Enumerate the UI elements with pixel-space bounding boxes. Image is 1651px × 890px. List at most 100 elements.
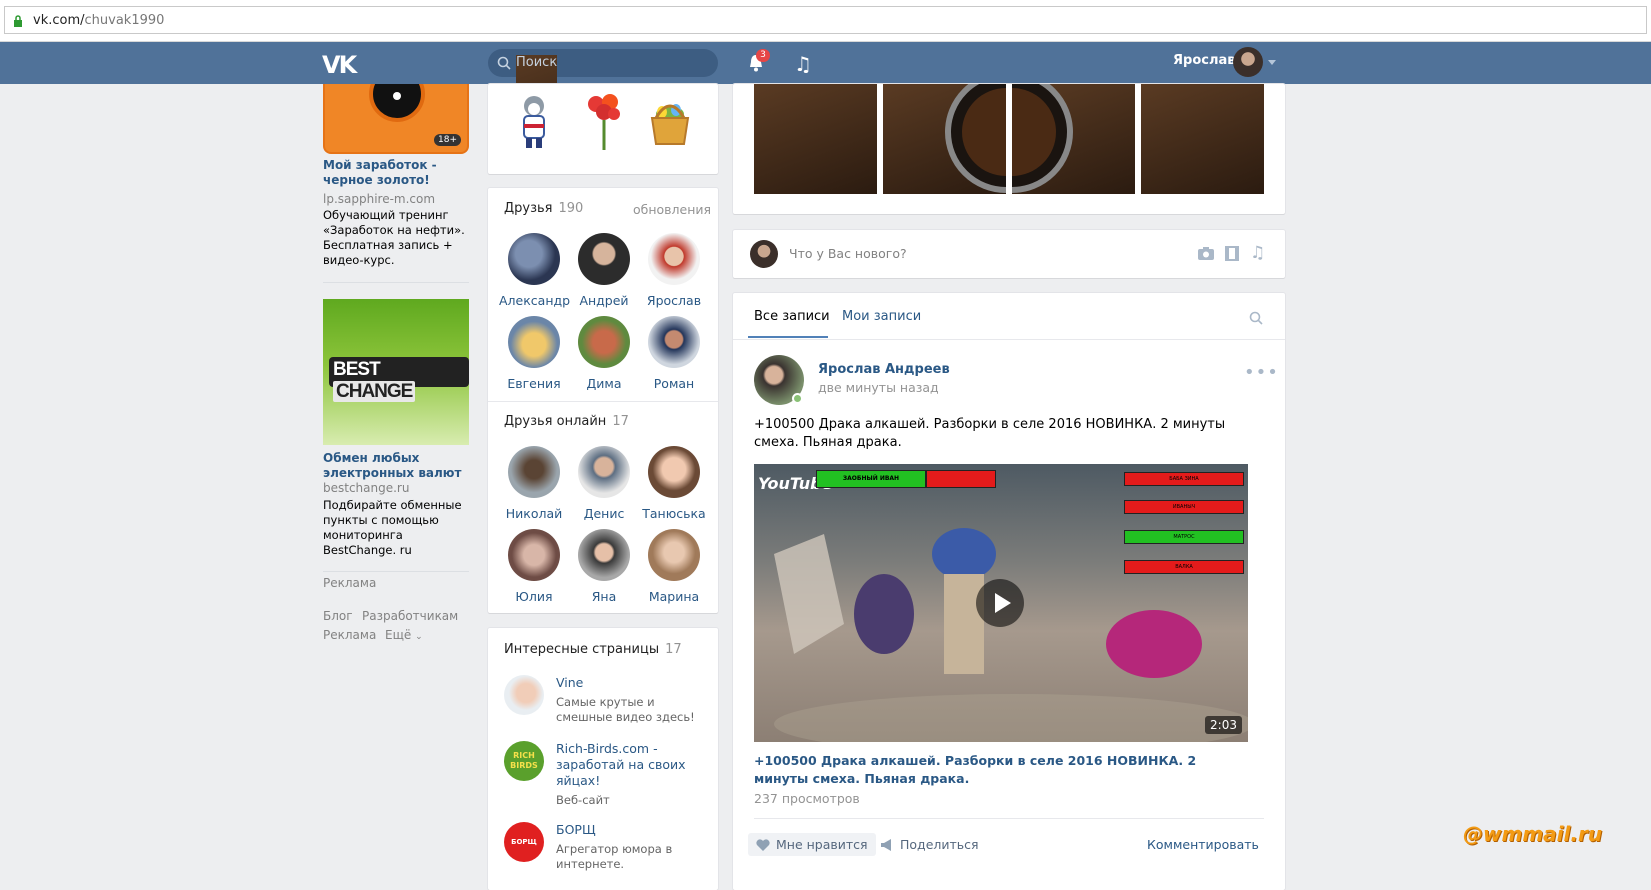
health-bar: БАБА ЗИНА — [1124, 472, 1244, 486]
ad-title-1[interactable]: Мой заработок - черное золото! — [323, 158, 468, 188]
health-bar-fill — [926, 470, 996, 488]
friend-online-item[interactable]: Юлия — [499, 529, 569, 604]
notifications-button[interactable]: 3 — [747, 49, 770, 73]
friend-name: Яна — [591, 589, 617, 604]
pages-title-label: Интересные страницы — [504, 642, 660, 657]
friends-count: 190 — [558, 201, 584, 216]
friend-name: Евгения — [507, 376, 561, 391]
friend-online-item[interactable]: Танюська — [639, 446, 709, 521]
friends-updates-link[interactable]: обновления — [633, 202, 711, 217]
chevron-down-icon: ⌄ — [415, 632, 423, 642]
page-name[interactable]: Rich-Birds.com - заработай на своих яйца… — [556, 741, 706, 789]
chevron-down-icon[interactable] — [1268, 60, 1276, 65]
friends-online-title-label: Друзья онлайн — [504, 414, 607, 429]
notifications-badge: 3 — [756, 49, 770, 62]
camera-icon[interactable] — [1198, 247, 1214, 260]
share-button[interactable]: Поделиться — [880, 837, 979, 852]
avatar — [578, 233, 630, 285]
heart-icon — [756, 839, 770, 851]
page-desc: Самые крутые и смешные видео здесь! — [556, 695, 695, 724]
more-options-icon[interactable]: ••• — [1244, 362, 1279, 383]
play-button[interactable] — [976, 579, 1024, 627]
footer-link-more[interactable]: Ещё ⌄ — [385, 628, 423, 642]
ad-domain-2: bestchange.ru — [323, 481, 410, 495]
husky-gift-icon[interactable] — [510, 90, 558, 154]
divider — [733, 339, 1285, 340]
friend-online-item[interactable]: Яна — [569, 529, 639, 604]
friend-item[interactable]: Дима — [569, 316, 639, 391]
friend-name: Юлия — [515, 589, 553, 604]
ad-image-2[interactable]: BEST CHANGE — [323, 299, 469, 445]
header-user-name[interactable]: Ярослав — [1173, 53, 1235, 68]
megaphone-icon — [881, 839, 891, 851]
share-label: Поделиться — [900, 837, 979, 852]
friend-item[interactable]: Андрей — [569, 233, 639, 308]
wmmail-watermark: @wmmail.ru — [1463, 822, 1603, 846]
url-field[interactable]: vk.com/chuvak1990 — [4, 6, 1647, 34]
music-icon[interactable]: ♫ — [1250, 243, 1265, 263]
page-name[interactable]: БОРЩ — [556, 822, 706, 838]
post-time[interactable]: две минуты назад — [818, 380, 939, 395]
post-author[interactable]: Ярослав Андреев — [818, 362, 950, 377]
top-header: VK Поиск 3 ♫ Ярослав — [0, 42, 1651, 165]
friend-name: Танюська — [642, 506, 706, 521]
rich-birds-avatar-label: RICH BIRDS — [510, 751, 538, 770]
friends-title[interactable]: Друзья 190 — [504, 201, 583, 216]
friend-name: Ярослав — [646, 293, 702, 308]
friend-online-item[interactable]: Марина — [639, 529, 709, 604]
ad-image-1[interactable]: 18+ — [323, 84, 469, 154]
friend-name: Роман — [653, 376, 695, 391]
friend-online-item[interactable]: Николай — [499, 446, 569, 521]
vine-avatar — [504, 675, 544, 715]
footer-link-dev[interactable]: Разработчикам — [362, 609, 458, 623]
friend-item[interactable]: Ярослав — [639, 233, 709, 308]
friend-item[interactable]: Роман — [639, 316, 709, 391]
footer-link-blog[interactable]: Блог — [323, 609, 353, 623]
avatar — [750, 240, 778, 268]
comment-button[interactable]: Комментировать — [1147, 837, 1259, 852]
avatar — [648, 446, 700, 498]
divider — [323, 571, 469, 572]
video-icon[interactable] — [1225, 246, 1239, 261]
new-post-input[interactable]: Что у Вас нового? — [789, 246, 907, 261]
browser-address-bar: vk.com/chuvak1990 — [0, 0, 1651, 42]
ad-title-2[interactable]: Обмен любых электронных валют — [323, 451, 468, 481]
footer-link-ads[interactable]: Реклама — [323, 628, 376, 642]
avatar — [648, 529, 700, 581]
ads-label[interactable]: Реклама — [323, 576, 376, 590]
search-box[interactable]: Поиск — [488, 49, 718, 165]
tab-all-posts[interactable]: Все записи — [754, 309, 830, 324]
friends-online-title[interactable]: Друзья онлайн 17 — [504, 414, 629, 429]
music-icon[interactable]: ♫ — [794, 52, 812, 76]
health-bar: ЗАОБНЫЙ ИВАН — [816, 470, 926, 488]
friend-item[interactable]: Александр — [499, 233, 570, 308]
divider — [323, 282, 469, 283]
photo-thumb[interactable] — [951, 71, 1135, 194]
photo-thumb[interactable] — [883, 71, 1067, 194]
like-button[interactable]: Мне нравится — [748, 833, 876, 856]
friend-online-item[interactable]: Денис — [569, 446, 639, 521]
search-icon[interactable] — [1249, 311, 1263, 325]
photo-thumb[interactable] — [754, 84, 877, 194]
basket-gift-icon[interactable] — [646, 92, 694, 156]
video-views: 237 просмотров — [754, 791, 860, 806]
tab-my-posts[interactable]: Мои записи — [842, 309, 921, 324]
page-extra: Веб-сайт — [556, 793, 610, 807]
flowers-gift-icon[interactable] — [580, 90, 628, 154]
divider — [488, 401, 718, 402]
avatar — [508, 233, 560, 285]
vk-logo[interactable]: VK — [322, 51, 357, 79]
photo-thumb[interactable] — [1141, 84, 1264, 194]
pages-title[interactable]: Интересные страницы 17 — [504, 642, 682, 657]
friend-name: Николай — [505, 506, 563, 521]
friend-item[interactable]: Евгения — [499, 316, 569, 391]
friend-name: Марина — [648, 589, 700, 604]
video-player[interactable]: YouTube ЗАОБНЫЙ ИВАН БАБА ЗИНА ИВАНЫЧ МА… — [754, 464, 1248, 742]
page-name[interactable]: Vine — [556, 675, 706, 691]
post-text: +100500 Драка алкашей. Разборки в селе 2… — [754, 417, 1226, 450]
avatar — [648, 316, 700, 368]
video-title[interactable]: +100500 Драка алкашей. Разборки в селе 2… — [754, 752, 1248, 788]
age-badge: 18+ — [434, 134, 461, 146]
coffee-cup-image — [951, 71, 1073, 193]
header-avatar[interactable] — [1233, 47, 1263, 77]
